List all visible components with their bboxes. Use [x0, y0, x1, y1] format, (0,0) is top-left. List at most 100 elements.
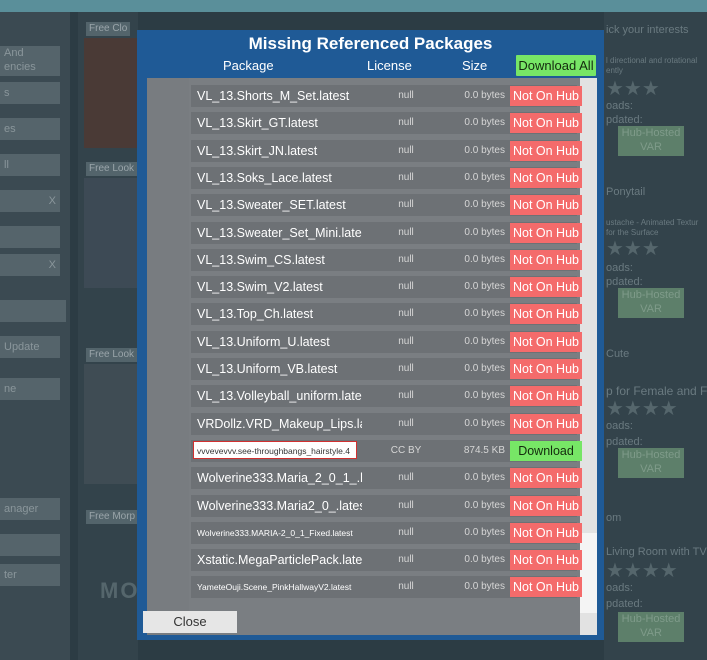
- right-panel-text: ently: [606, 66, 623, 75]
- right-panel-text: pdated:: [606, 436, 643, 448]
- tile-label: Free Clo: [86, 22, 131, 36]
- not-on-hub-button[interactable]: Not On Hub: [510, 332, 582, 352]
- close-button[interactable]: Close: [143, 611, 237, 633]
- package-license: null: [398, 227, 414, 238]
- package-license: null: [398, 90, 414, 101]
- package-size: 0.0 bytes: [464, 472, 505, 483]
- package-size: 0.0 bytes: [464, 336, 505, 347]
- not-on-hub-button[interactable]: Not On Hub: [510, 168, 582, 188]
- star-icon: ★★★★: [606, 398, 678, 420]
- star-icon: ★★★: [606, 238, 660, 260]
- right-panel-text: Living Room with TV: [606, 546, 707, 558]
- package-row: VL_13.Sweater_SET.latest null 0.0 bytes Not…: [191, 194, 582, 216]
- package-name: Xstatic.MegaParticlePack.latest: [197, 553, 362, 567]
- not-on-hub-button[interactable]: Not On Hub: [510, 223, 582, 243]
- left-panel-button[interactable]: [0, 300, 66, 322]
- not-on-hub-button[interactable]: Not On Hub: [510, 250, 582, 270]
- not-on-hub-button[interactable]: Not On Hub: [510, 113, 582, 133]
- not-on-hub-button[interactable]: Not On Hub: [510, 195, 582, 215]
- package-size: 874.5 KB: [463, 445, 505, 456]
- package-license: null: [398, 308, 414, 319]
- column-header-license: License: [367, 58, 412, 73]
- package-thumbnail[interactable]: [84, 38, 138, 148]
- star-icon: ★★★: [606, 78, 660, 100]
- package-name: VL_13.Uniform_U.latest: [197, 335, 330, 349]
- hub-hosted-button[interactable]: Hub-Hosted VAR: [618, 448, 684, 478]
- left-panel-button[interactable]: anager: [0, 498, 60, 520]
- package-license: CC BY: [390, 445, 422, 456]
- hub-hosted-button[interactable]: Hub-Hosted VAR: [618, 126, 684, 156]
- not-on-hub-button[interactable]: Not On Hub: [510, 577, 582, 597]
- package-list[interactable]: VL_13.Shorts_M_Set.latest null 0.0 bytes No…: [147, 78, 597, 635]
- package-license: null: [398, 199, 414, 210]
- right-panel-text: Cute: [606, 348, 630, 360]
- package-name: Wolverine333.MARIA-2_0_1_Fixed.latest: [197, 528, 353, 538]
- left-panel-button[interactable]: es: [0, 118, 60, 140]
- download-button[interactable]: Download: [510, 441, 582, 461]
- package-row: Wolverine333.Maria2_0_.latest null 0.0 byt…: [191, 495, 582, 517]
- download-all-button[interactable]: Download All: [516, 55, 596, 76]
- not-on-hub-button[interactable]: Not On Hub: [510, 523, 582, 543]
- not-on-hub-button[interactable]: Not On Hub: [510, 386, 582, 406]
- left-panel-button[interactable]: X: [0, 254, 60, 276]
- package-license: null: [398, 145, 414, 156]
- hub-hosted-button[interactable]: Hub-Hosted VAR: [618, 612, 684, 642]
- left-panel-button[interactable]: X: [0, 190, 60, 212]
- right-panel-text: pdated:: [606, 114, 643, 126]
- package-name: VRDollz.VRD_Makeup_Lips.latest: [197, 417, 362, 431]
- package-size: 0.0 bytes: [464, 117, 505, 128]
- package-license: null: [398, 554, 414, 565]
- package-license: null: [398, 581, 414, 592]
- left-panel-button[interactable]: ll: [0, 154, 60, 176]
- package-size: 0.0 bytes: [464, 500, 505, 511]
- left-panel: And encies s es ll X X Update ne anager …: [0, 12, 70, 660]
- package-name: VL_13.Swim_V2.latest: [197, 280, 323, 294]
- not-on-hub-button[interactable]: Not On Hub: [510, 277, 582, 297]
- right-panel-text: l directional and rotational: [606, 56, 698, 65]
- package-name: VL_13.Volleyball_uniform.latest: [197, 389, 362, 403]
- scrollbar-thumb[interactable]: [580, 533, 597, 613]
- package-size: 0.0 bytes: [464, 554, 505, 565]
- right-panel-text: pdated:: [606, 276, 643, 288]
- left-panel-button[interactable]: And encies: [0, 46, 60, 76]
- column-header-package: Package: [223, 58, 274, 73]
- right-panel-text: oads:: [606, 262, 633, 274]
- package-row: VL_13.Skirt_GT.latest null 0.0 bytes Not On…: [191, 112, 582, 134]
- left-panel-button[interactable]: ter: [0, 564, 60, 586]
- not-on-hub-button[interactable]: Not On Hub: [510, 496, 582, 516]
- package-thumbnail[interactable]: [84, 178, 138, 288]
- package-license: null: [398, 527, 414, 538]
- not-on-hub-button[interactable]: Not On Hub: [510, 359, 582, 379]
- package-size: 0.0 bytes: [464, 145, 505, 156]
- list-gutter: [147, 78, 189, 635]
- package-row: VL_13.Top_Ch.latest null 0.0 bytes Not On H…: [191, 303, 582, 325]
- package-row: Xstatic.MegaParticlePack.latest null 0.0 b…: [191, 549, 582, 571]
- missing-packages-dialog: Missing Referenced Packages Package Lice…: [137, 30, 604, 640]
- package-size: 0.0 bytes: [464, 172, 505, 183]
- not-on-hub-button[interactable]: Not On Hub: [510, 304, 582, 324]
- right-panel-text: Ponytail: [606, 186, 646, 198]
- not-on-hub-button[interactable]: Not On Hub: [510, 86, 582, 106]
- package-name: VL_13.Soks_Lace.latest: [197, 171, 332, 185]
- not-on-hub-button[interactable]: Not On Hub: [510, 141, 582, 161]
- package-name: Wolverine333.Maria_2_0_1_.latest: [197, 471, 362, 485]
- left-panel-button[interactable]: [0, 534, 60, 556]
- package-name: VL_13.Swim_CS.latest: [197, 253, 325, 267]
- right-panel-text: om: [606, 512, 622, 524]
- package-license: null: [398, 390, 414, 401]
- left-panel-button[interactable]: s: [0, 82, 60, 104]
- left-panel-button[interactable]: [0, 226, 60, 248]
- package-thumbnail[interactable]: [84, 364, 138, 484]
- package-name: VL_13.Sweater_Set_Mini.latest: [197, 226, 362, 240]
- package-size: 0.0 bytes: [464, 390, 505, 401]
- package-size: 0.0 bytes: [464, 308, 505, 319]
- right-panel-text: oads:: [606, 582, 633, 594]
- not-on-hub-button[interactable]: Not On Hub: [510, 550, 582, 570]
- hub-hosted-button[interactable]: Hub-Hosted VAR: [618, 288, 684, 318]
- left-panel-button[interactable]: Update: [0, 336, 60, 358]
- package-row: VL_13.Skirt_JN.latest null 0.0 bytes Not On…: [191, 140, 582, 162]
- left-panel-button[interactable]: ne: [0, 378, 60, 400]
- not-on-hub-button[interactable]: Not On Hub: [510, 414, 582, 434]
- not-on-hub-button[interactable]: Not On Hub: [510, 468, 582, 488]
- package-size: 0.0 bytes: [464, 254, 505, 265]
